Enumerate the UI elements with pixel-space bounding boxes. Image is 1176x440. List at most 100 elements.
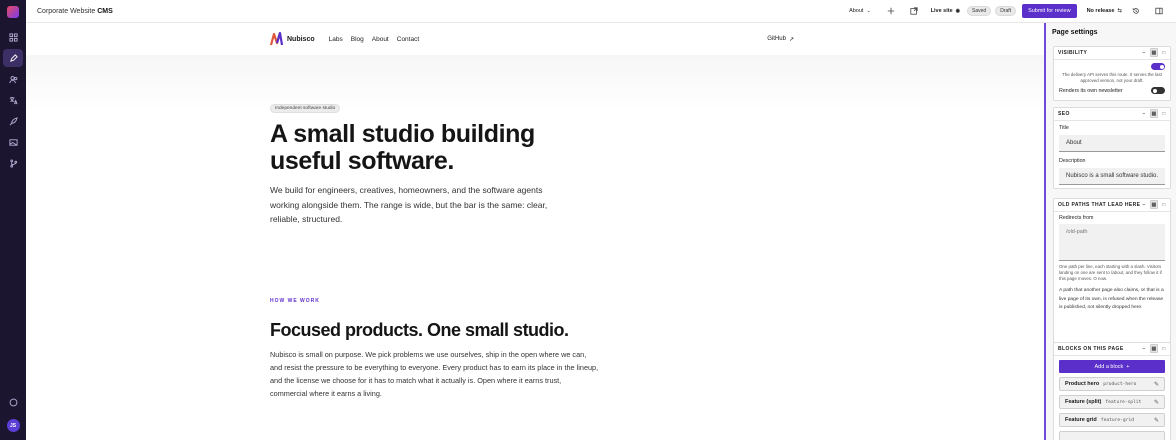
block-name: Feature (split) [1065, 399, 1102, 405]
chevron-down-icon: ⌄ [866, 8, 871, 14]
hero-title: A small studio building useful software. [270, 120, 535, 175]
github-label: GitHub [767, 36, 786, 42]
globe-icon: ◉ [955, 8, 961, 14]
minimize-icon[interactable]: – [1140, 344, 1148, 353]
redirects-textarea[interactable]: /old-path [1059, 224, 1165, 261]
minimize-icon[interactable]: – [1140, 48, 1148, 57]
avatar[interactable]: JS [6, 419, 20, 432]
site-nav-links: Labs Blog About Contact [329, 36, 420, 43]
page-preview: Nubisco Labs Blog About Contact GitHub ↗ … [26, 23, 1044, 440]
live-site-label: Live site [930, 8, 953, 14]
blocks-title: BLOCKS ON THIS PAGE [1058, 346, 1124, 352]
visibility-toggle[interactable] [1151, 63, 1165, 70]
hero-section: Independent software studio A small stud… [270, 96, 670, 227]
history-icon[interactable] [1130, 5, 1142, 17]
seo-title: SEO [1058, 111, 1070, 117]
release-icon: ⇆ [1117, 8, 1122, 14]
how-we-work-section: HOW WE WORK Focused products. One small … [270, 298, 630, 400]
grid-icon[interactable] [3, 28, 23, 46]
visibility-header[interactable]: VISIBILITY – ▦ □ [1054, 47, 1170, 60]
external-arrow-icon: ↗ [788, 36, 794, 43]
page-select[interactable]: About ⌄ [849, 8, 871, 14]
dock-icon[interactable]: ▦ [1150, 48, 1158, 57]
nav-link-contact[interactable]: Contact [397, 36, 419, 43]
add-block-label: Add a block [1094, 363, 1124, 370]
nav-link-blog[interactable]: Blog [351, 36, 364, 43]
visibility-card: VISIBILITY – ▦ □ The delivery API serves t… [1053, 46, 1171, 101]
left-rail: JS [0, 0, 26, 440]
redirects-header[interactable]: OLD PATHS THAT LEAD HERE – ▦ □ [1054, 199, 1170, 212]
plus-icon: + [1126, 363, 1130, 370]
block-item[interactable]: Feature (split) feature-split ✎ [1059, 395, 1165, 409]
visibility-note: The delivery API serves this route. It s… [1062, 72, 1162, 83]
github-link[interactable]: GitHub ↗ [767, 36, 794, 43]
draft-badge: Draft [995, 6, 1017, 16]
visibility-body: The delivery API serves this route. It s… [1054, 60, 1170, 97]
block-item[interactable]: Feature grid feature-grid ✎ [1059, 413, 1165, 427]
seo-title-label: Title [1059, 125, 1069, 131]
dock-icon[interactable]: ▦ [1150, 200, 1158, 209]
redirects-card: OLD PATHS THAT LEAD HERE – ▦ □ Redirects f… [1053, 198, 1171, 356]
minimize-icon[interactable]: – [1140, 109, 1148, 118]
panel-toggle-icon[interactable] [1153, 5, 1165, 17]
users-icon[interactable] [3, 70, 23, 88]
block-item-partial[interactable] [1059, 431, 1165, 440]
pencil-icon[interactable] [3, 49, 23, 67]
seo-description-label: Description [1059, 158, 1086, 164]
block-type: feature-grid [1100, 417, 1134, 423]
edit-icon[interactable]: ✎ [1154, 399, 1159, 406]
page-settings-panel: Page settings VISIBILITY – ▦ □ The deliver… [1044, 23, 1176, 440]
image-icon[interactable] [3, 133, 23, 151]
popout-icon[interactable]: □ [1160, 344, 1168, 353]
hero-lede: We build for engineers, creatives, homeo… [270, 185, 548, 224]
redirects-warning: A path that another page also claims, or… [1059, 288, 1164, 310]
panel-title: Page settings [1052, 29, 1098, 36]
site-brand-name: Nubisco [287, 35, 315, 43]
popout-icon[interactable]: □ [1160, 48, 1168, 57]
section-title: Focused products. One small studio. [270, 320, 569, 340]
dock-icon[interactable]: ▦ [1150, 344, 1158, 353]
add-block-button[interactable]: Add a block + [1059, 360, 1165, 373]
help-icon[interactable] [3, 393, 23, 411]
edit-icon[interactable]: ✎ [1154, 417, 1159, 424]
block-type: feature-split [1105, 399, 1142, 405]
release-select[interactable]: No release ⇆ [1087, 8, 1122, 14]
seo-header[interactable]: SEO – ▦ □ [1054, 108, 1170, 121]
translate-icon[interactable] [3, 91, 23, 109]
saved-badge: Saved [967, 6, 992, 16]
section-body: Nubisco is small on purpose. We pick pro… [270, 350, 599, 398]
hero-chip: Independent software studio [270, 104, 341, 113]
redirects-note: One path per line, each starting with a … [1059, 264, 1162, 281]
edit-icon[interactable]: ✎ [1154, 381, 1159, 388]
seo-title-input[interactable]: About [1059, 135, 1165, 152]
page-select-label: About [849, 8, 864, 14]
dock-icon[interactable]: ▦ [1150, 109, 1158, 118]
top-bar: Corporate Website CMS About ⌄ Live site ◉ … [26, 0, 1176, 23]
popout-icon[interactable]: □ [1160, 109, 1168, 118]
nav-link-about[interactable]: About [372, 36, 389, 43]
minimize-icon[interactable]: – [1140, 200, 1148, 209]
open-external-icon[interactable] [908, 5, 920, 17]
submit-for-review-button[interactable]: Submit for review [1022, 4, 1077, 18]
site-brand[interactable]: Nubisco [270, 32, 315, 46]
nubisco-logo-icon [270, 32, 283, 46]
block-item[interactable]: Product hero product-hero ✎ [1059, 377, 1165, 391]
seo-body: Title About Description Nubisco is a sma… [1054, 121, 1170, 188]
blocks-body: Add a block + Product hero product-hero ✎ F… [1054, 356, 1170, 440]
newsletter-toggle[interactable] [1151, 87, 1165, 94]
visibility-title: VISIBILITY [1058, 50, 1088, 56]
app-logo[interactable] [7, 6, 19, 18]
popout-icon[interactable]: □ [1160, 200, 1168, 209]
add-page-icon[interactable] [885, 5, 897, 17]
release-select-label: No release [1086, 8, 1115, 14]
rocket-icon[interactable] [3, 112, 23, 130]
seo-description-input[interactable]: Nubisco is a small software studio. [1059, 168, 1165, 185]
newsletter-label: Renders its own newsletter [1059, 87, 1123, 94]
section-eyebrow: HOW WE WORK [270, 298, 320, 304]
app-title: Corporate Website CMS [37, 8, 113, 15]
branch-icon[interactable] [3, 154, 23, 172]
live-site-link[interactable]: Live site ◉ [931, 8, 960, 14]
nav-link-labs[interactable]: Labs [329, 36, 343, 43]
site-nav: Nubisco Labs Blog About Contact GitHub ↗ [270, 31, 794, 47]
blocks-header[interactable]: BLOCKS ON THIS PAGE – ▦ □ [1054, 343, 1170, 356]
